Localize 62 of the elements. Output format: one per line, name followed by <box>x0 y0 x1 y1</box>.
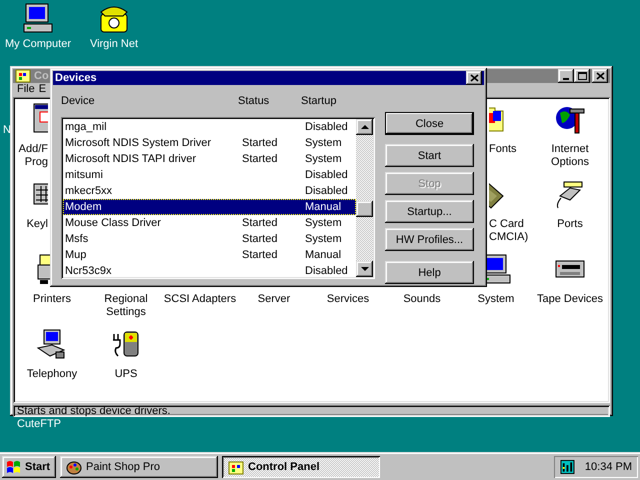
scroll-down-button[interactable] <box>356 261 373 277</box>
applet-label[interactable]: UPS <box>114 368 138 381</box>
applet-label[interactable]: Services <box>326 293 370 306</box>
desktop-icon-label[interactable]: My Computer <box>4 38 72 50</box>
start-button[interactable]: Start <box>2 456 56 478</box>
computer-icon <box>22 2 54 34</box>
applet-label[interactable]: Telephony <box>26 368 78 381</box>
list-row[interactable]: Modem Manual <box>63 199 356 215</box>
scroll-thumb[interactable] <box>356 201 373 217</box>
menu-item[interactable]: E <box>38 83 48 95</box>
dialog-button[interactable]: Close <box>385 112 474 135</box>
control-panel-icon <box>15 69 31 83</box>
applet-label[interactable]: Fonts <box>489 143 517 156</box>
list-row[interactable]: Ncr53c9x Disabled <box>63 263 356 279</box>
applet-label[interactable]: Tape Devices <box>536 293 604 306</box>
windows-logo-icon <box>6 460 22 474</box>
applet-label[interactable]: Sounds <box>403 293 441 306</box>
desktop-icon-label[interactable]: N <box>3 124 11 136</box>
dialog-button[interactable]: HW Profiles... <box>385 228 474 251</box>
palette-icon <box>66 459 82 475</box>
dialog-button[interactable]: Start <box>385 144 474 167</box>
applet-label[interactable]: Server <box>258 293 290 306</box>
dialog-button[interactable]: Help <box>385 261 474 284</box>
menu-item[interactable]: File <box>16 83 36 95</box>
window-title: Co <box>34 70 49 82</box>
column-header: Status <box>238 95 270 107</box>
list-row[interactable]: Mouse Class Driver Started System <box>63 215 356 231</box>
list-row[interactable]: mkecr5xx Disabled <box>63 183 356 199</box>
scrollbar[interactable] <box>356 119 373 277</box>
list-row[interactable]: mitsumi Disabled <box>63 167 356 183</box>
applet-label[interactable]: SCSI Adapters <box>164 293 236 306</box>
maximize-icon <box>578 72 586 80</box>
dialog-button[interactable]: Startup... <box>385 200 474 223</box>
scroll-up-button[interactable] <box>356 119 373 135</box>
taskbar-button[interactable]: Paint Shop Pro <box>60 456 218 478</box>
control-panel-icon <box>228 459 244 475</box>
list-row[interactable]: mga_mil Disabled <box>63 119 356 135</box>
column-header: Device <box>61 95 96 107</box>
taskbar-button[interactable]: Control Panel <box>222 456 380 478</box>
applet-label[interactable]: Printers <box>33 293 71 306</box>
close-icon <box>470 74 478 82</box>
list-row[interactable]: Microsoft NDIS System Driver Started System <box>63 135 356 151</box>
list-row[interactable]: Microsoft NDIS TAPI driver Started System <box>63 151 356 167</box>
applet-label[interactable]: System <box>478 293 514 306</box>
desktop-icon-label[interactable]: CuteFTP <box>17 418 62 430</box>
applet-label[interactable]: C Card CMCIA) <box>489 218 528 244</box>
status-bar: Starts and stops device drivers. <box>13 405 610 417</box>
close-icon <box>596 72 604 80</box>
applet-label[interactable]: Regional Settings <box>89 293 163 319</box>
meter-icon <box>560 459 575 475</box>
desktop-icon-label[interactable]: Virgin Net <box>90 38 138 50</box>
list-row[interactable]: Mup Started Manual <box>63 247 356 263</box>
list-row[interactable]: Msfs Started System <box>63 231 356 247</box>
applet-label[interactable]: Ports <box>557 218 583 231</box>
applet-label[interactable]: Internet Options <box>533 143 607 169</box>
column-header: Startup <box>301 95 338 107</box>
applet-label[interactable]: Keyl <box>26 218 48 231</box>
applet-label[interactable]: Add/F Prog <box>18 143 48 169</box>
clock: 10:34 PM <box>584 461 632 473</box>
close-button[interactable] <box>466 71 482 85</box>
dialog-title: Devices <box>55 72 97 84</box>
window-icon <box>32 103 48 135</box>
